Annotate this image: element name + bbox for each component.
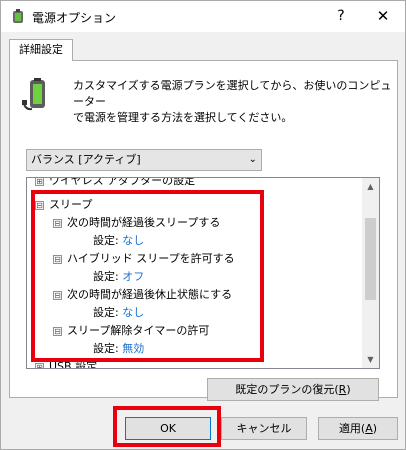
description-line-1: カスタマイズする電源プランを選択してから、お使いのコンピューター xyxy=(73,79,392,108)
help-button[interactable]: ? xyxy=(323,1,359,32)
cancel-button[interactable]: キャンセル xyxy=(221,417,307,440)
setting-row[interactable]: 設定: なし xyxy=(93,304,144,322)
apply-label: 適用( xyxy=(338,422,366,435)
collapse-icon[interactable]: ⊟ xyxy=(53,326,62,336)
collapse-icon[interactable]: ⊟ xyxy=(53,290,62,300)
setting-value[interactable]: なし xyxy=(122,234,144,247)
power-options-dialog: 電源オプション ? ✕ 詳細設定 カスタマイズする電源プランを選択してから、お使… xyxy=(0,0,406,450)
tree-item-label: USB 設定 xyxy=(49,360,98,369)
title-bar: 電源オプション ? ✕ xyxy=(1,1,405,32)
tree-item-label: スリープ解除タイマーの許可 xyxy=(67,324,210,337)
tree-item-label: ワイヤレス アダプターの設定 xyxy=(49,177,196,187)
tree-item-sleep-after[interactable]: ⊟ 次の時間が経過後スリープする xyxy=(53,214,220,232)
restore-label-end: ) xyxy=(346,383,351,396)
chevron-down-icon: ⌄ xyxy=(248,154,257,165)
close-button[interactable]: ✕ xyxy=(363,1,403,32)
tree-item-hibernate-after[interactable]: ⊟ 次の時間が経過後休止状態にする xyxy=(53,286,232,304)
tree-item-wireless[interactable]: ⊞ ワイヤレス アダプターの設定 xyxy=(35,177,196,190)
power-options-icon xyxy=(10,9,26,25)
tree-item-label: ハイブリッド スリープを許可する xyxy=(67,252,235,265)
expand-icon[interactable]: ⊞ xyxy=(35,362,44,368)
setting-row[interactable]: 設定: 無効 xyxy=(93,340,144,358)
ok-button[interactable]: OK xyxy=(125,417,211,440)
scroll-down-arrow-icon[interactable]: ▼ xyxy=(362,351,379,368)
scroll-up-arrow-icon[interactable]: ▲ xyxy=(362,178,379,195)
setting-prefix: 設定: xyxy=(93,270,119,283)
power-plan-select[interactable]: バランス [アクティブ] ⌄ xyxy=(26,149,262,171)
setting-prefix: 設定: xyxy=(93,234,119,247)
apply-label-end: ) xyxy=(372,422,378,435)
restore-defaults-button[interactable]: 既定のプランの復元(R) xyxy=(207,378,379,401)
restore-label: 既定のプランの復元( xyxy=(235,383,339,396)
tree-group-label: スリープ xyxy=(49,198,93,211)
tree-group-sleep[interactable]: ⊟ スリープ xyxy=(35,196,92,214)
tree-item-usb[interactable]: ⊞ USB 設定 xyxy=(35,358,98,369)
tree-item-label: 次の時間が経過後休止状態にする xyxy=(67,288,233,301)
apply-button[interactable]: 適用(A) xyxy=(318,417,398,440)
setting-row[interactable]: 設定: なし xyxy=(93,232,144,250)
collapse-icon[interactable]: ⊟ xyxy=(53,218,62,228)
tab-advanced-settings[interactable]: 詳細設定 xyxy=(9,39,73,61)
tree-item-wake-timers[interactable]: ⊟ スリープ解除タイマーの許可 xyxy=(53,322,209,340)
tree-item-hybrid-sleep[interactable]: ⊟ ハイブリッド スリープを許可する xyxy=(53,250,235,268)
battery-plug-icon xyxy=(22,78,52,112)
tree-scrollbar[interactable]: ▲ ▼ xyxy=(362,178,379,368)
setting-value[interactable]: なし xyxy=(122,306,144,319)
collapse-icon[interactable]: ⊟ xyxy=(35,200,44,210)
apply-accesskey: A xyxy=(365,422,373,435)
collapse-icon[interactable]: ⊟ xyxy=(53,254,62,264)
setting-prefix: 設定: xyxy=(93,306,119,319)
setting-value[interactable]: 無効 xyxy=(122,342,144,355)
setting-prefix: 設定: xyxy=(93,342,119,355)
expand-icon[interactable]: ⊞ xyxy=(35,178,44,186)
window-title: 電源オプション xyxy=(32,11,117,25)
description-text: カスタマイズする電源プランを選択してから、お使いのコンピューター で電源を管理す… xyxy=(73,78,393,126)
description-line-2: で電源を管理する方法を選択してください。 xyxy=(73,111,293,124)
scrollbar-thumb[interactable] xyxy=(365,218,376,300)
setting-value[interactable]: オフ xyxy=(122,270,144,283)
setting-row[interactable]: 設定: オフ xyxy=(93,268,144,286)
settings-tree[interactable]: ⊞ ワイヤレス アダプターの設定 ⊟ スリープ ⊟ 次の時間が経過後スリープする 設定… xyxy=(26,177,380,369)
power-plan-value: バランス [アクティブ] xyxy=(31,153,141,166)
tree-item-label: 次の時間が経過後スリープする xyxy=(67,216,221,229)
